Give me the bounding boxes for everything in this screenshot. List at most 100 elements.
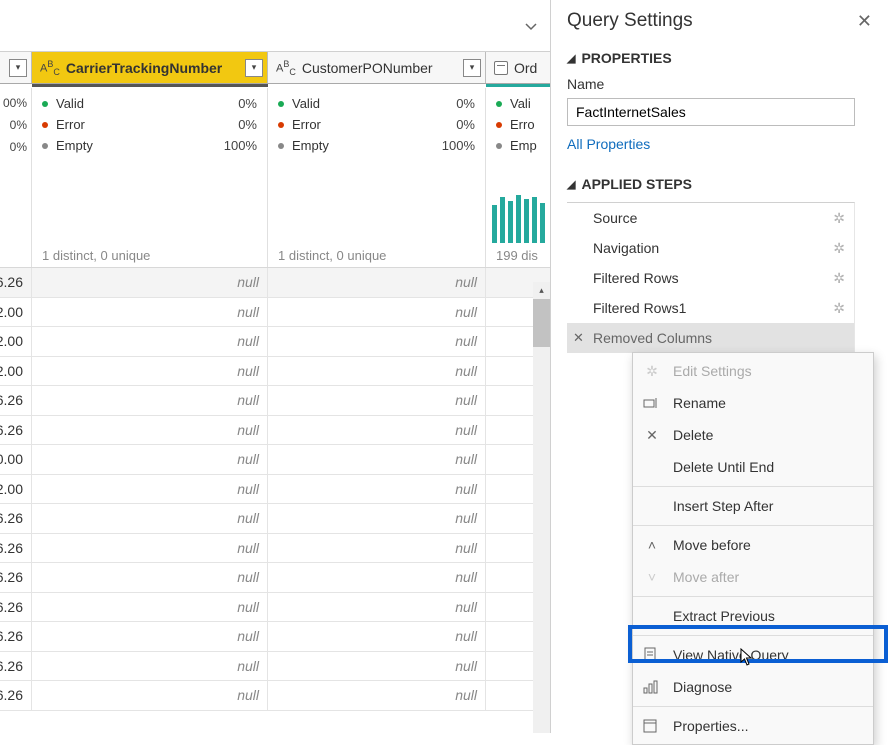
table-row[interactable]: 86.26nullnull: [0, 416, 550, 446]
cell-customerpo: null: [268, 652, 486, 681]
column-head-carrier[interactable]: ABC CarrierTrackingNumber ▾: [32, 52, 268, 83]
table-row[interactable]: 86.26nullnull: [0, 622, 550, 652]
data-rows: 86.26nullnull72.00nullnull72.00nullnull7…: [0, 268, 550, 711]
menu-item-extract-previous[interactable]: Extract Previous: [633, 600, 873, 632]
prev-cell: 86.26: [0, 593, 32, 622]
table-row[interactable]: 86.26nullnull: [0, 268, 550, 298]
date-type-icon: [494, 61, 508, 75]
applied-step[interactable]: ✕Removed Columns: [567, 323, 854, 353]
menu-item-view-native-query[interactable]: View Native Query: [633, 639, 873, 671]
column-head-prev[interactable]: ▾: [0, 52, 32, 83]
table-row[interactable]: 86.26nullnull: [0, 534, 550, 564]
all-properties-link[interactable]: All Properties: [567, 136, 872, 152]
menu-item-move-before[interactable]: ˄ Move before: [633, 529, 873, 561]
menu-item-insert-step-after[interactable]: Insert Step After: [633, 490, 873, 522]
cell-carrier: null: [32, 593, 268, 622]
menu-item-delete-until-end[interactable]: Delete Until End: [633, 451, 873, 483]
scroll-up-icon[interactable]: ▴: [533, 282, 550, 299]
menu-item-label: Move before: [673, 537, 751, 553]
error-dot-icon: [42, 122, 48, 128]
filter-dropdown-icon[interactable]: ▾: [245, 59, 263, 77]
column-label: Ord: [514, 60, 546, 76]
prev-cell: 86.26: [0, 504, 32, 533]
prev-cell: 86.26: [0, 681, 32, 710]
quality-carrier: Valid0% Error0% Empty100% 1 distinct, 0 …: [32, 88, 268, 267]
table-row[interactable]: 86.26nullnull: [0, 563, 550, 593]
gear-icon[interactable]: ✲: [833, 210, 845, 227]
prev-cell: 86.26: [0, 416, 32, 445]
panel-title: Query Settings: [567, 10, 857, 32]
table-row[interactable]: 72.00nullnull: [0, 357, 550, 387]
prev-cell: 86.26: [0, 622, 32, 651]
close-icon[interactable]: ✕: [857, 11, 872, 32]
column-head-ord[interactable]: Ord: [486, 52, 550, 83]
cell-customerpo: null: [268, 268, 486, 297]
x-icon: ✕: [643, 427, 661, 444]
expand-formula-icon[interactable]: [524, 19, 538, 33]
column-head-customerpo[interactable]: ABC CustomerPONumber ▾: [268, 52, 486, 83]
table-row[interactable]: 86.26nullnull: [0, 681, 550, 711]
valid-dot-icon: [42, 101, 48, 107]
gear-icon[interactable]: ✲: [833, 240, 845, 257]
menu-item-diagnose[interactable]: Diagnose: [633, 671, 873, 703]
cell-carrier: null: [32, 268, 268, 297]
delete-step-icon[interactable]: ✕: [573, 330, 584, 346]
steps-section-header[interactable]: ◢ APPLIED STEPS: [567, 176, 872, 192]
table-row[interactable]: 86.26nullnull: [0, 652, 550, 682]
menu-item-delete[interactable]: ✕Delete: [633, 419, 873, 451]
table-row[interactable]: 70.00nullnull: [0, 445, 550, 475]
menu-item-label: Rename: [673, 395, 726, 411]
gear-icon[interactable]: ✲: [833, 300, 845, 317]
cell-customerpo: null: [268, 298, 486, 327]
menu-item-label: Edit Settings: [673, 363, 752, 379]
step-label: Source: [593, 210, 637, 226]
cell-customerpo: null: [268, 327, 486, 356]
scroll-thumb[interactable]: [533, 299, 550, 347]
properties-section-header[interactable]: ◢ PROPERTIES: [567, 50, 872, 66]
empty-dot-icon: [42, 143, 48, 149]
cell-carrier: null: [32, 445, 268, 474]
cell-carrier: null: [32, 386, 268, 415]
diag-icon: [643, 680, 661, 694]
table-row[interactable]: 72.00nullnull: [0, 475, 550, 505]
collapse-icon: ◢: [567, 178, 575, 191]
menu-separator: [633, 596, 873, 597]
name-label: Name: [567, 76, 872, 92]
valid-dot-icon: [278, 101, 284, 107]
table-row[interactable]: 86.26nullnull: [0, 504, 550, 534]
table-row[interactable]: 86.26nullnull: [0, 386, 550, 416]
filter-dropdown-icon[interactable]: ▾: [463, 59, 481, 77]
gear-icon[interactable]: ✲: [833, 270, 845, 287]
prev-cell: 86.26: [0, 652, 32, 681]
table-row[interactable]: 86.26nullnull: [0, 593, 550, 623]
menu-separator: [633, 486, 873, 487]
applied-step[interactable]: Filtered Rows✲: [567, 263, 854, 293]
error-dot-icon: [496, 122, 502, 128]
text-type-icon: ABC: [40, 59, 60, 77]
gear-icon: ✲: [643, 363, 661, 380]
menu-item-label: Properties...: [673, 718, 748, 734]
cell-customerpo: null: [268, 475, 486, 504]
filter-dropdown-icon[interactable]: ▾: [9, 59, 27, 77]
props-icon: [643, 719, 661, 733]
table-row[interactable]: 72.00nullnull: [0, 327, 550, 357]
cell-carrier: null: [32, 416, 268, 445]
applied-step[interactable]: Source ✲: [567, 203, 854, 233]
menu-item-properties[interactable]: Properties...: [633, 710, 873, 742]
table-row[interactable]: 72.00nullnull: [0, 298, 550, 328]
quality-ord: Vali Erro Emp 199 dis: [486, 88, 550, 267]
up-icon: ˄: [643, 537, 661, 553]
histogram-icon: [492, 195, 545, 243]
applied-step[interactable]: Filtered Rows1 ✲: [567, 293, 854, 323]
column-label: CustomerPONumber: [302, 60, 463, 76]
step-label: Filtered Rows1: [593, 300, 686, 316]
query-name-input[interactable]: [567, 98, 855, 126]
cell-customerpo: null: [268, 593, 486, 622]
menu-item-rename[interactable]: Rename: [633, 387, 873, 419]
cell-customerpo: null: [268, 416, 486, 445]
applied-step[interactable]: Navigation ✲: [567, 233, 854, 263]
cell-carrier: null: [32, 652, 268, 681]
step-label: Navigation: [593, 240, 659, 256]
vertical-scrollbar[interactable]: ▴: [533, 299, 550, 733]
prev-cell: 86.26: [0, 563, 32, 592]
